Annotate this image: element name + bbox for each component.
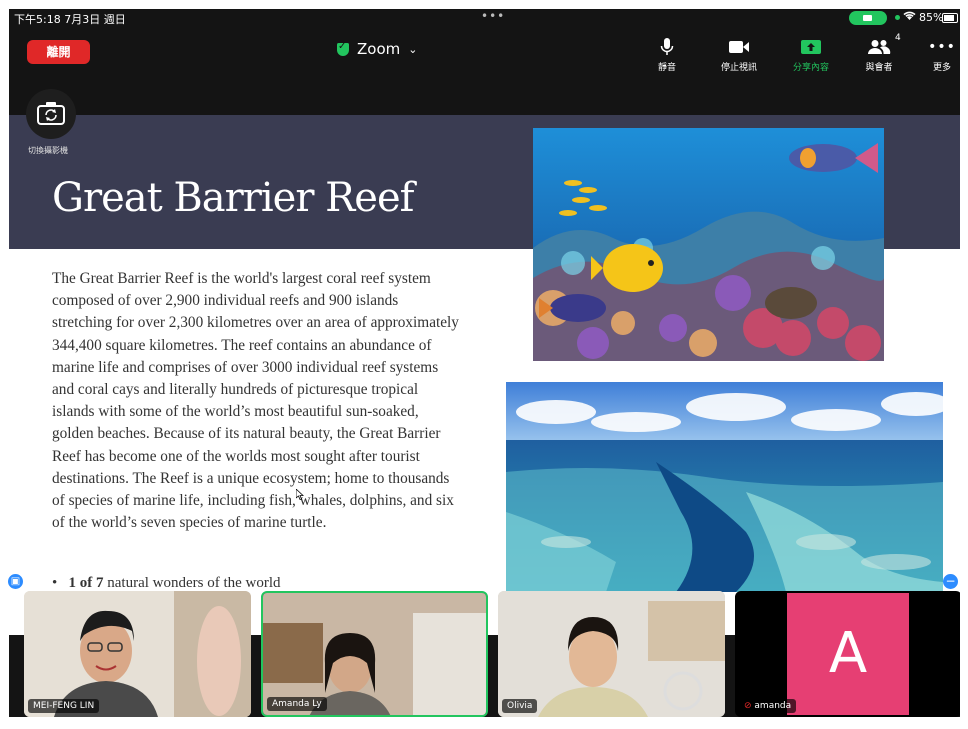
share-content-label: 分享內容 [792,63,829,73]
participant-count: 4 [895,33,901,43]
meeting-title: Zoom [357,40,401,58]
more-button[interactable]: ••• 更多 [912,36,960,73]
camera-in-use-icon [849,11,887,25]
more-label: 更多 [932,63,951,73]
participant-name: Amanda Ly [267,697,327,711]
battery-percent: 85% [919,11,944,24]
video-strip: MEI-FENG LIN Amanda Ly Olivia A ⊘ amanda [9,591,960,717]
status-time: 下午5:18 7月3日 週日 [14,13,126,26]
video-tile-amanda-ly[interactable]: Amanda Ly [261,591,488,717]
switch-camera-button[interactable] [26,89,76,139]
muted-mic-icon: ⊘ [744,701,752,711]
mute-label: 靜音 [657,63,676,73]
collapse-strip-icon[interactable]: − [943,574,958,589]
slide-body-text: The Great Barrier Reef is the world's la… [52,270,459,532]
slide-title: Great Barrier Reef [52,175,414,221]
share-screen-icon [781,36,841,58]
participants-label: 與會者 [865,63,893,73]
participants-icon: 4 [849,33,909,58]
participant-name: Olivia [502,699,538,713]
avatar: A [787,593,909,715]
switch-camera-icon [37,102,65,125]
encryption-shield-icon [337,41,349,56]
stop-video-button[interactable]: 停止視訊 [709,36,769,73]
shared-slide: Great Barrier Reef The Great Barrier Ree… [9,115,960,635]
multitask-dots[interactable]: ••• [481,9,505,23]
bullet-dot: • [52,575,69,591]
bullet-text: natural wonders of the world [103,575,281,591]
participant-name: MEI-FENG LIN [28,699,100,713]
leave-button[interactable]: 離開 [27,40,90,64]
zoom-window: 下午5:18 7月3日 週日 ••• 85% 離開 Zoom ⌄ 靜音 停止視訊 [9,9,960,717]
microphone-icon [637,36,697,58]
coral-reef-photo [533,128,884,361]
participant-name: amanda [754,701,792,711]
more-icon: ••• [928,39,956,55]
participants-button[interactable]: 4 與會者 [849,33,909,73]
meeting-toolbar: 離開 Zoom ⌄ 靜音 停止視訊 分享內容 [9,27,960,77]
share-content-button[interactable]: 分享內容 [781,36,841,73]
video-tile-mei-feng-lin[interactable]: MEI-FENG LIN [24,591,251,717]
battery-icon [942,13,958,23]
video-layout-icon[interactable]: ▣ [8,574,23,589]
mute-button[interactable]: 靜音 [637,36,697,73]
switch-camera-label: 切換攝影機 [28,146,68,155]
bullet-bold-text: 1 of 7 [68,575,104,591]
video-camera-icon [709,36,769,58]
participant-name-muted: ⊘ amanda [739,699,797,713]
stop-video-label: 停止視訊 [720,63,757,73]
video-tile-olivia[interactable]: Olivia [498,591,725,717]
mouse-pointer-icon [295,485,305,504]
meeting-info-dropdown[interactable]: Zoom ⌄ [337,40,417,58]
aerial-reef-photo [506,382,943,592]
wifi-icon [903,10,916,24]
chevron-down-icon: ⌄ [408,42,418,56]
status-bar: 下午5:18 7月3日 週日 ••• 85% [9,9,960,27]
camera-indicator-dot [895,15,900,20]
slide-bullet: • 1 of 7 natural wonders of the world [52,575,281,592]
video-tile-amanda[interactable]: A ⊘ amanda [735,591,960,717]
avatar-initial: A [828,621,868,686]
